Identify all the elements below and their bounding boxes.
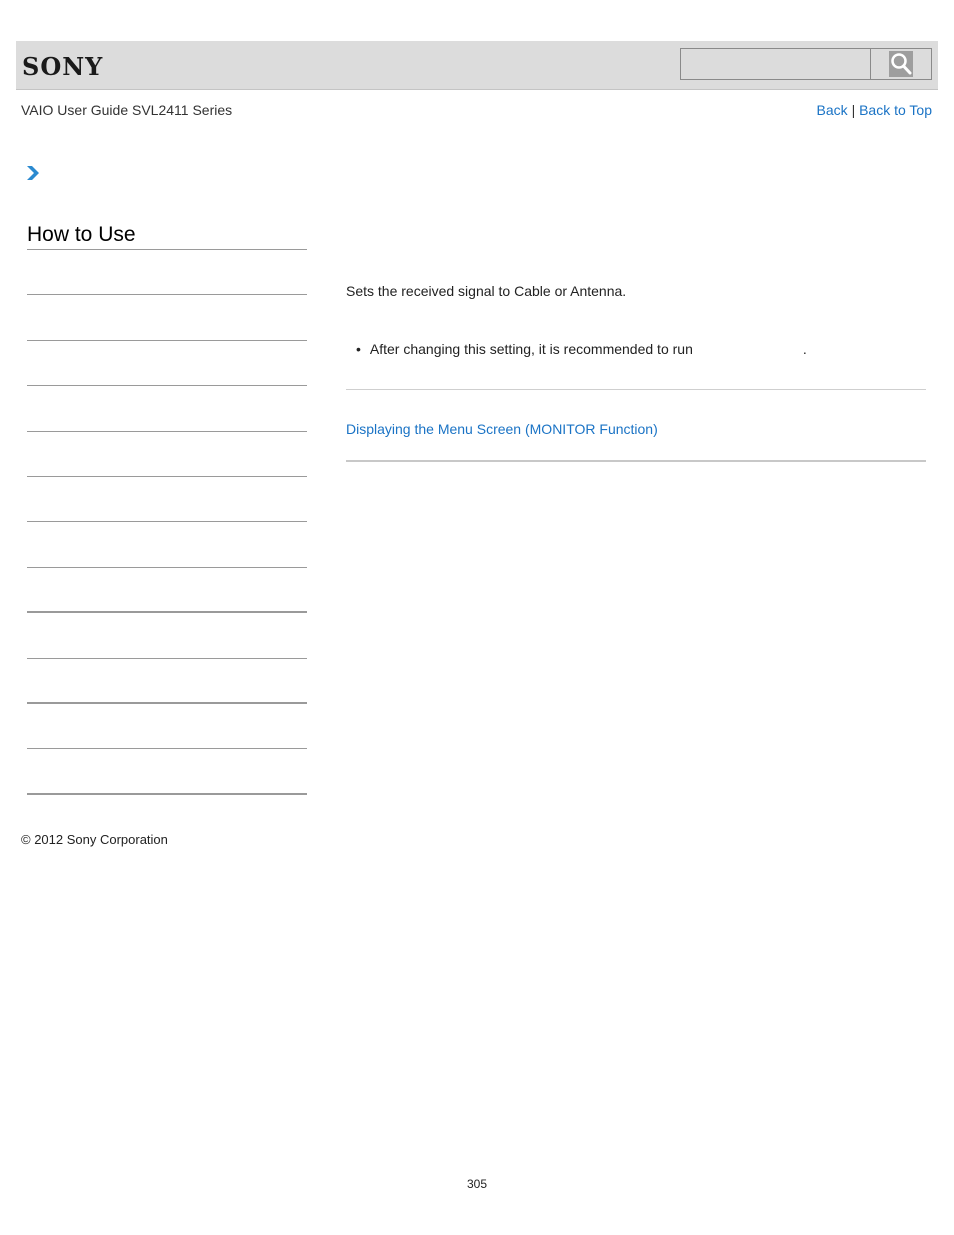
setting-description: Sets the received signal to Cable or Ant… [346,283,627,299]
search-icon [889,51,913,77]
sidebar-item[interactable] [27,386,307,432]
bullet: • [356,341,361,357]
copyright: © 2012 Sony Corporation [21,832,168,847]
related-topic-link[interactable]: Displaying the Menu Screen (MONITOR Func… [346,421,658,437]
sidebar-item[interactable] [27,432,307,477]
sidebar-item[interactable] [27,295,307,341]
note-period: . [802,341,807,357]
content-divider-bottom [346,460,926,462]
sidebar-item[interactable] [27,250,307,296]
sidebar-item[interactable] [27,341,307,387]
sidebar-item[interactable] [27,522,307,568]
sidebar-item[interactable] [27,477,307,523]
sidebar-item[interactable] [27,659,307,704]
chevron-right-icon[interactable] [26,165,40,181]
sidebar-title: How to Use [27,223,136,246]
content-divider [346,389,926,390]
search-input[interactable] [680,48,870,80]
note-item: • After changing this setting, it is reco… [356,341,807,357]
guide-title: VAIO User Guide SVL2411 Series [21,102,233,118]
back-link[interactable]: Back [817,102,848,118]
sidebar-nav [27,250,307,795]
top-links: Back | Back to Top [817,102,932,118]
note-text: After changing this setting, it is recom… [369,341,693,357]
link-separator: | [851,102,856,118]
page-number: 305 [466,1177,488,1191]
sidebar-item[interactable] [27,749,307,795]
sony-logo: SONY [22,52,104,81]
sidebar-item[interactable] [27,613,307,659]
sidebar-item[interactable] [27,704,307,750]
header-bar: SONY [16,41,938,90]
search-button[interactable] [870,48,932,80]
sidebar-item[interactable] [27,568,307,614]
back-to-top-link[interactable]: Back to Top [859,102,932,118]
